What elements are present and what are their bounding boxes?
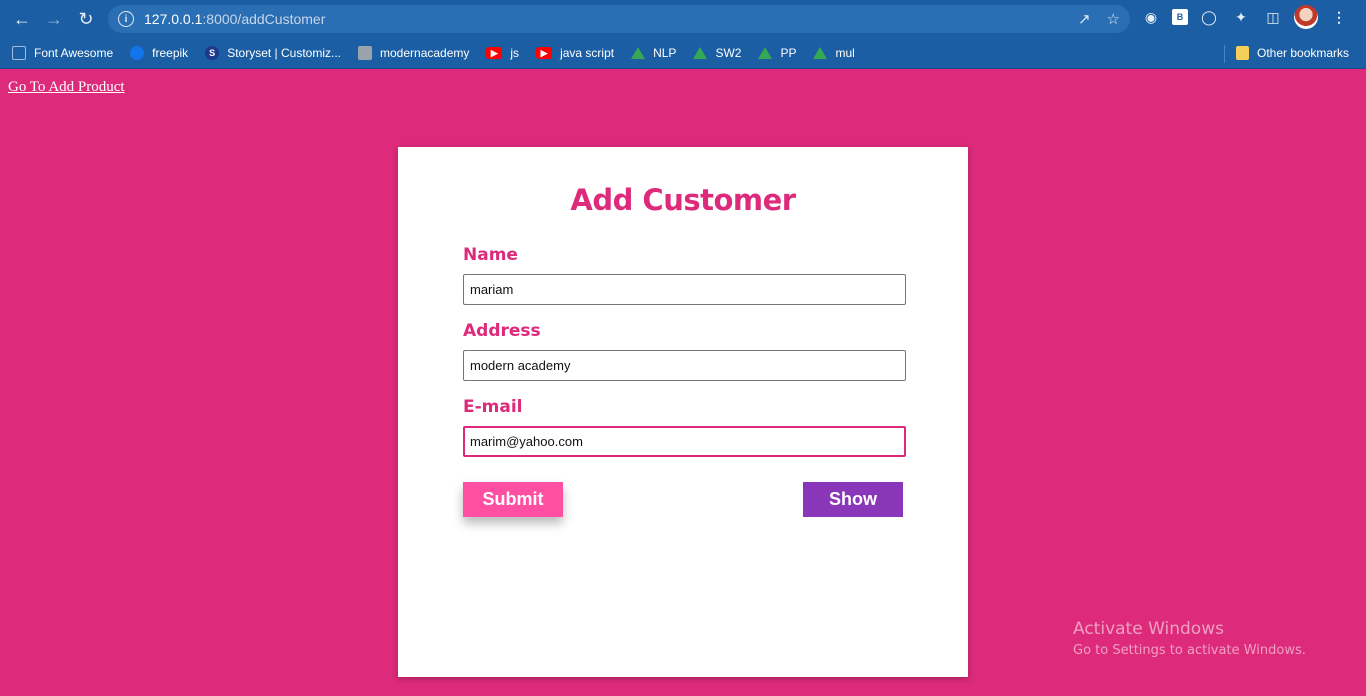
- bookmarks-bar: Font Awesome freepik S Storyset | Customi…: [0, 38, 1366, 69]
- name-input[interactable]: mariam: [463, 274, 906, 305]
- email-input[interactable]: marim@yahoo.com: [463, 426, 906, 457]
- bookmark-js[interactable]: ▶ js: [486, 46, 519, 60]
- bookmark-pp[interactable]: PP: [758, 46, 796, 60]
- bookmark-storyset[interactable]: S Storyset | Customiz...: [205, 46, 341, 60]
- extensions-puzzle-icon[interactable]: ✦: [1230, 6, 1252, 28]
- forward-arrow-icon[interactable]: →: [38, 3, 70, 35]
- bookmark-nlp[interactable]: NLP: [631, 46, 676, 60]
- address-label: Address: [463, 321, 541, 341]
- profile-avatar[interactable]: [1294, 5, 1318, 29]
- submit-button[interactable]: Submit: [463, 482, 563, 517]
- youtube-icon: ▶: [486, 47, 503, 59]
- google-drive-icon: [631, 47, 646, 59]
- google-drive-icon: [758, 47, 773, 59]
- side-panel-icon[interactable]: ◫: [1262, 6, 1284, 28]
- watermark-subtitle: Go to Settings to activate Windows.: [1073, 643, 1306, 658]
- google-drive-icon: [693, 47, 708, 59]
- google-drive-icon: [813, 47, 828, 59]
- site-info-icon[interactable]: i: [118, 11, 134, 27]
- bookmark-font-awesome[interactable]: Font Awesome: [12, 46, 113, 60]
- reload-icon[interactable]: ↻: [70, 3, 102, 35]
- url-host: 127.0.0.1: [144, 11, 203, 27]
- add-customer-form: Add Customer Name mariam Address modern …: [398, 147, 968, 677]
- folder-icon: [1236, 46, 1249, 60]
- flag-icon: [12, 46, 26, 60]
- bookmark-sw2[interactable]: SW2: [693, 46, 741, 60]
- url-path: :8000/addCustomer: [202, 11, 326, 27]
- back-arrow-icon[interactable]: ←: [6, 3, 38, 35]
- youtube-icon: ▶: [536, 47, 553, 59]
- circle-extension-icon[interactable]: ◯: [1198, 6, 1220, 28]
- freepik-icon: [130, 46, 145, 60]
- menu-kebab-icon[interactable]: ⋮: [1328, 6, 1350, 28]
- activate-windows-watermark: Activate Windows Go to Settings to activ…: [1073, 619, 1306, 658]
- other-bookmarks[interactable]: Other bookmarks: [1236, 46, 1349, 60]
- browser-toolbar: ← → ↻ i 127.0.0.1:8000/addCustomer ↗ ☆ ◉…: [0, 0, 1366, 38]
- bookmark-freepik[interactable]: freepik: [130, 46, 188, 60]
- go-to-add-product-link[interactable]: Go To Add Product: [8, 79, 125, 96]
- bookmarks-divider: [1224, 45, 1225, 63]
- modernacademy-icon: [358, 46, 372, 60]
- camera-extension-icon[interactable]: ◉: [1140, 6, 1162, 28]
- bookmark-mul[interactable]: mul: [813, 46, 855, 60]
- b-extension-icon[interactable]: B: [1172, 9, 1188, 25]
- bookmark-java-script[interactable]: ▶ java script: [536, 46, 614, 60]
- bookmark-star-icon[interactable]: ☆: [1107, 10, 1120, 28]
- form-title: Add Customer: [570, 183, 796, 217]
- bookmark-modernacademy[interactable]: modernacademy: [358, 46, 469, 60]
- name-label: Name: [463, 245, 518, 265]
- address-bar[interactable]: i 127.0.0.1:8000/addCustomer ↗ ☆: [108, 5, 1130, 33]
- email-label: E-mail: [463, 397, 523, 417]
- show-button[interactable]: Show: [803, 482, 903, 517]
- share-icon[interactable]: ↗: [1078, 10, 1091, 28]
- address-input[interactable]: modern academy: [463, 350, 906, 381]
- watermark-title: Activate Windows: [1073, 619, 1224, 639]
- storyset-icon: S: [205, 46, 220, 60]
